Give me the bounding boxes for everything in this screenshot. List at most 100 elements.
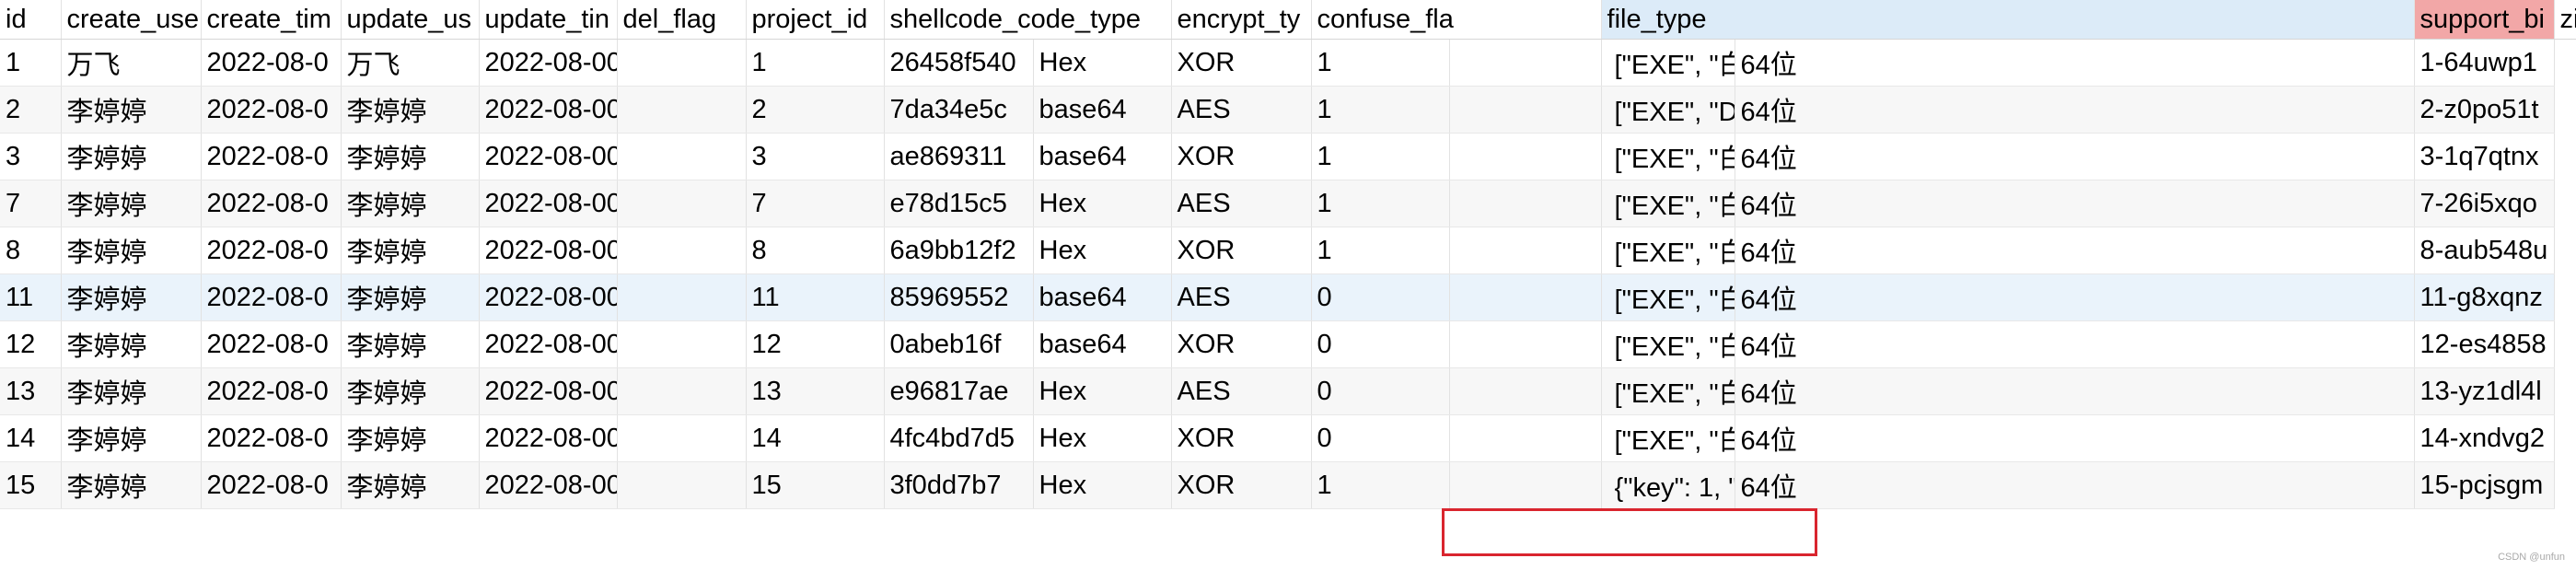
- cell-update-time[interactable]: 2022-08-00: [479, 39, 618, 87]
- cell-create-user[interactable]: 李婷婷: [61, 273, 202, 321]
- cell-spacer[interactable]: [1449, 414, 1602, 462]
- cell-shellcode[interactable]: 4fc4bd7d5: [884, 414, 1034, 462]
- cell-code-type[interactable]: base64: [1033, 320, 1172, 368]
- cell-confuse-flag[interactable]: 0: [1311, 367, 1450, 415]
- cell-zip-password[interactable]: 2-z0po51t: [2414, 86, 2555, 134]
- table-row[interactable]: 3 李婷婷 2022-08-0 李婷婷 2022-08-00 3 ae869311 base6…: [0, 133, 2576, 180]
- cell-create-time[interactable]: 2022-08-0: [201, 461, 342, 509]
- cell-spacer[interactable]: [1449, 133, 1602, 180]
- cell-confuse-flag[interactable]: 1: [1311, 180, 1450, 227]
- cell-spacer[interactable]: [1449, 273, 1602, 321]
- cell-create-user[interactable]: 李婷婷: [61, 86, 202, 134]
- cell-encrypt-type[interactable]: XOR: [1171, 461, 1312, 509]
- cell-file-type[interactable]: ["EXE", "白加黑", "DLL"]: [1601, 320, 1735, 368]
- column-header-update-user[interactable]: update_us: [341, 0, 480, 40]
- cell-del-flag[interactable]: [617, 414, 747, 462]
- column-header-id[interactable]: id: [0, 0, 62, 40]
- cell-del-flag[interactable]: [617, 320, 747, 368]
- table-row[interactable]: 1 万飞 2022-08-0 万飞 2022-08-00 1 26458f540 Hex XOR…: [0, 39, 2576, 87]
- cell-shellcode[interactable]: 3f0dd7b7: [884, 461, 1034, 509]
- cell-confuse-flag[interactable]: 1: [1311, 39, 1450, 87]
- cell-spacer[interactable]: [1449, 461, 1602, 509]
- cell-support-bit[interactable]: 64位: [1735, 86, 2415, 134]
- cell-file-type[interactable]: ["EXE", "白加黑", "DLL"]: [1601, 367, 1735, 415]
- cell-zip-password[interactable]: 12-es4858: [2414, 320, 2555, 368]
- cell-zip-password[interactable]: 14-xndvg2: [2414, 414, 2555, 462]
- cell-zip-password[interactable]: 13-yz1dl4l: [2414, 367, 2555, 415]
- cell-shellcode[interactable]: 0abeb16f: [884, 320, 1034, 368]
- cell-del-flag[interactable]: [617, 39, 747, 87]
- cell-confuse-flag[interactable]: 1: [1311, 86, 1450, 134]
- cell-id[interactable]: 12: [0, 320, 62, 368]
- cell-project-id[interactable]: 7: [746, 180, 885, 227]
- cell-create-time[interactable]: 2022-08-0: [201, 180, 342, 227]
- cell-id[interactable]: 13: [0, 367, 62, 415]
- cell-encrypt-type[interactable]: AES: [1171, 273, 1312, 321]
- cell-file-type[interactable]: ["EXE", "白加黑"]: [1601, 39, 1735, 87]
- cell-encrypt-type[interactable]: XOR: [1171, 320, 1312, 368]
- cell-create-user[interactable]: 李婷婷: [61, 133, 202, 180]
- cell-update-user[interactable]: 李婷婷: [341, 461, 480, 509]
- cell-shellcode[interactable]: ae869311: [884, 133, 1034, 180]
- cell-update-time[interactable]: 2022-08-00: [479, 227, 618, 274]
- cell-create-time[interactable]: 2022-08-0: [201, 273, 342, 321]
- table-row[interactable]: 12 李婷婷 2022-08-0 李婷婷 2022-08-00 12 0abeb16f bas…: [0, 320, 2576, 368]
- cell-support-bit[interactable]: 64位: [1735, 227, 2415, 274]
- cell-support-bit[interactable]: 64位: [1735, 180, 2415, 227]
- cell-file-type[interactable]: ["EXE", "白加黑", "DLL"]: [1601, 227, 1735, 274]
- cell-spacer[interactable]: [1449, 39, 1602, 87]
- cell-confuse-flag[interactable]: 1: [1311, 133, 1450, 180]
- column-header-encrypt-type[interactable]: encrypt_ty: [1171, 0, 1312, 40]
- cell-zip-password[interactable]: 15-pcjsgm: [2414, 461, 2555, 509]
- cell-update-user[interactable]: 李婷婷: [341, 133, 480, 180]
- cell-zip-password[interactable]: 7-26i5xqo: [2414, 180, 2555, 227]
- cell-encrypt-type[interactable]: AES: [1171, 367, 1312, 415]
- cell-del-flag[interactable]: [617, 227, 747, 274]
- cell-update-user[interactable]: 李婷婷: [341, 180, 480, 227]
- cell-update-time[interactable]: 2022-08-00: [479, 133, 618, 180]
- cell-zip-password[interactable]: 11-g8xqnz: [2414, 273, 2555, 321]
- cell-encrypt-type[interactable]: XOR: [1171, 39, 1312, 87]
- cell-code-type[interactable]: base64: [1033, 86, 1172, 134]
- cell-create-time[interactable]: 2022-08-0: [201, 320, 342, 368]
- column-header-shellcode-code-type[interactable]: shellcode_code_type: [884, 0, 1172, 40]
- column-header-del-flag[interactable]: del_flag: [617, 0, 747, 40]
- table-row[interactable]: 13 李婷婷 2022-08-0 李婷婷 2022-08-00 13 e96817ae Hex…: [0, 367, 2576, 415]
- table-row[interactable]: 14 李婷婷 2022-08-0 李婷婷 2022-08-00 14 4fc4bd7d5 He…: [0, 414, 2576, 462]
- table-row[interactable]: 8 李婷婷 2022-08-0 李婷婷 2022-08-00 8 6a9bb12f2 Hex X…: [0, 227, 2576, 274]
- cell-update-user[interactable]: 李婷婷: [341, 86, 480, 134]
- cell-create-time[interactable]: 2022-08-0: [201, 39, 342, 87]
- cell-confuse-flag[interactable]: 1: [1311, 227, 1450, 274]
- cell-id[interactable]: 3: [0, 133, 62, 180]
- cell-create-time[interactable]: 2022-08-0: [201, 227, 342, 274]
- cell-encrypt-type[interactable]: AES: [1171, 86, 1312, 134]
- cell-project-id[interactable]: 12: [746, 320, 885, 368]
- cell-create-user[interactable]: 李婷婷: [61, 320, 202, 368]
- cell-file-type[interactable]: {"key": 1, "name": "万飞"}: [1601, 461, 1735, 509]
- cell-update-time[interactable]: 2022-08-00: [479, 367, 618, 415]
- cell-confuse-flag[interactable]: 0: [1311, 320, 1450, 368]
- cell-file-type[interactable]: ["EXE", "白加黑", "DLL"]: [1601, 273, 1735, 321]
- cell-shellcode[interactable]: e78d15c5: [884, 180, 1034, 227]
- table-row[interactable]: 15 李婷婷 2022-08-0 李婷婷 2022-08-00 15 3f0dd7b7 Hex…: [0, 461, 2576, 509]
- cell-update-time[interactable]: 2022-08-00: [479, 414, 618, 462]
- table-row[interactable]: 11 李婷婷 2022-08-0 李婷婷 2022-08-00 11 85969552 bas…: [0, 273, 2576, 321]
- cell-code-type[interactable]: Hex: [1033, 227, 1172, 274]
- cell-project-id[interactable]: 14: [746, 414, 885, 462]
- cell-support-bit[interactable]: 64位: [1735, 461, 2415, 509]
- cell-support-bit[interactable]: 64位: [1735, 133, 2415, 180]
- table-row[interactable]: 7 李婷婷 2022-08-0 李婷婷 2022-08-00 7 e78d15c5 Hex AE…: [0, 180, 2576, 227]
- cell-update-user[interactable]: 李婷婷: [341, 367, 480, 415]
- cell-project-id[interactable]: 13: [746, 367, 885, 415]
- cell-id[interactable]: 15: [0, 461, 62, 509]
- cell-create-user[interactable]: 李婷婷: [61, 461, 202, 509]
- cell-support-bit[interactable]: 64位: [1735, 414, 2415, 462]
- cell-file-type[interactable]: ["EXE", "白加黑", "DLL"]: [1601, 414, 1735, 462]
- cell-create-user[interactable]: 李婷婷: [61, 180, 202, 227]
- cell-file-type[interactable]: ["EXE", "DLL", "白加黑"]: [1601, 86, 1735, 134]
- table-row[interactable]: 2 李婷婷 2022-08-0 李婷婷 2022-08-00 2 7da34e5c base6…: [0, 86, 2576, 134]
- cell-project-id[interactable]: 11: [746, 273, 885, 321]
- cell-update-user[interactable]: 万飞: [341, 39, 480, 87]
- cell-zip-password[interactable]: 1-64uwp1: [2414, 39, 2555, 87]
- column-header-create-time[interactable]: create_tim: [201, 0, 342, 40]
